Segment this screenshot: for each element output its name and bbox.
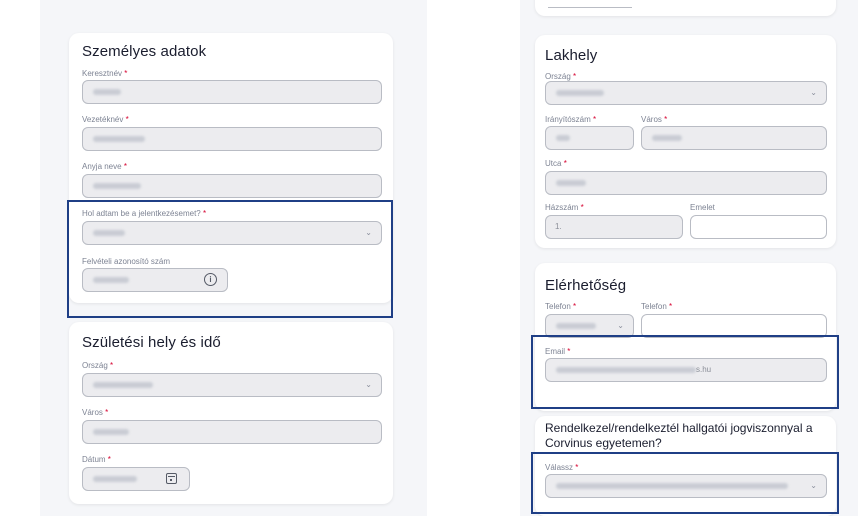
residence-country-label: Ország * bbox=[545, 72, 577, 81]
first-name-label: Keresztnév * bbox=[82, 69, 128, 78]
residence-card: Lakhely Ország * ⌄ Irányítószám * Város … bbox=[535, 35, 836, 248]
birth-date-label: Dátum * bbox=[82, 455, 111, 464]
birth-country-select[interactable]: ⌄ bbox=[82, 373, 382, 397]
zip-input[interactable] bbox=[545, 126, 634, 150]
left-panel: Személyes adatok Keresztnév * Vezetéknév… bbox=[40, 0, 427, 516]
birth-city-input[interactable] bbox=[82, 420, 382, 444]
contact-title: Elérhetőség bbox=[545, 277, 627, 294]
floor-label: Emelet bbox=[690, 203, 715, 212]
phone-label: Telefon * bbox=[641, 302, 673, 311]
phone-prefix-label: Telefon * bbox=[545, 302, 577, 311]
zip-label: Irányítószám * bbox=[545, 115, 597, 124]
house-number-label: Házszám * bbox=[545, 203, 584, 212]
birth-city-label: Város * bbox=[82, 408, 109, 417]
highlight-box-email bbox=[531, 335, 839, 409]
residence-city-input[interactable] bbox=[641, 126, 827, 150]
mother-name-input[interactable] bbox=[82, 174, 382, 198]
residence-title: Lakhely bbox=[545, 47, 598, 64]
chevron-down-icon: ⌄ bbox=[617, 321, 624, 330]
birth-card: Születési hely és idő Ország * ⌄ Város *… bbox=[69, 322, 393, 504]
previous-card-fragment bbox=[535, 0, 836, 16]
corvinus-question: Rendelkezel/rendelkeztél hallgatói jogvi… bbox=[545, 421, 813, 450]
birth-title: Születési hely és idő bbox=[82, 334, 221, 351]
mother-name-label: Anyja neve * bbox=[82, 162, 127, 171]
birth-country-label: Ország * bbox=[82, 361, 114, 370]
last-name-input[interactable] bbox=[82, 127, 382, 151]
calendar-icon[interactable] bbox=[166, 473, 177, 484]
first-name-input[interactable] bbox=[82, 80, 382, 104]
street-label: Utca * bbox=[545, 159, 567, 168]
floor-input[interactable] bbox=[690, 215, 827, 239]
birth-date-input[interactable] bbox=[82, 467, 190, 491]
street-input[interactable] bbox=[545, 171, 827, 195]
house-number-input[interactable]: 1. bbox=[545, 215, 683, 239]
last-name-label: Vezetéknév * bbox=[82, 115, 129, 124]
screenshot: Személyes adatok Keresztnév * Vezetéknév… bbox=[0, 0, 858, 516]
highlight-box-corvinus bbox=[531, 452, 839, 514]
chevron-down-icon: ⌄ bbox=[810, 88, 817, 97]
personal-data-title: Személyes adatok bbox=[82, 43, 207, 60]
right-panel: Lakhely Ország * ⌄ Irányítószám * Város … bbox=[520, 0, 858, 516]
residence-city-label: Város * bbox=[641, 115, 668, 124]
residence-country-select[interactable]: ⌄ bbox=[545, 81, 827, 105]
highlight-box-application bbox=[67, 200, 393, 318]
chevron-down-icon: ⌄ bbox=[365, 380, 372, 389]
